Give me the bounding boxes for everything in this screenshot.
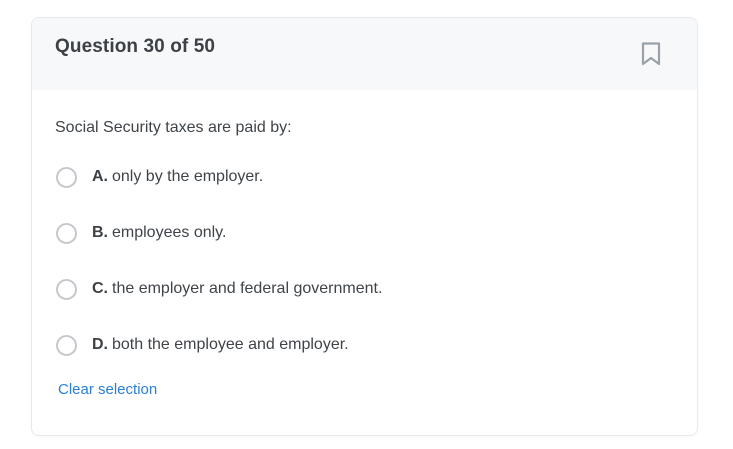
- clear-selection-link[interactable]: Clear selection: [58, 381, 157, 398]
- bookmark-icon[interactable]: [640, 41, 662, 67]
- radio-d[interactable]: [56, 334, 77, 356]
- option-c[interactable]: C. the employer and federal government.: [56, 277, 382, 301]
- option-letter: D.: [92, 336, 108, 353]
- question-header: Question 30 of 50: [32, 18, 697, 90]
- option-text: the employer and federal government.: [112, 280, 383, 297]
- option-a[interactable]: A. only by the employer.: [56, 165, 263, 189]
- option-text: both the employee and employer.: [112, 336, 349, 353]
- question-text: Social Security taxes are paid by:: [55, 119, 292, 136]
- option-text: employees only.: [112, 224, 227, 241]
- radio-b[interactable]: [56, 222, 77, 244]
- option-d[interactable]: D. both the employee and employer.: [56, 333, 349, 357]
- question-counter: Question 30 of 50: [55, 36, 216, 57]
- radio-c[interactable]: [56, 278, 77, 300]
- radio-a[interactable]: [56, 166, 77, 188]
- option-b[interactable]: B. employees only.: [56, 221, 226, 245]
- option-letter: B.: [92, 224, 108, 241]
- question-card: Question 30 of 50 Social Security taxes …: [31, 17, 698, 436]
- option-letter: A.: [92, 168, 108, 185]
- option-text: only by the employer.: [112, 168, 264, 185]
- option-letter: C.: [92, 280, 108, 297]
